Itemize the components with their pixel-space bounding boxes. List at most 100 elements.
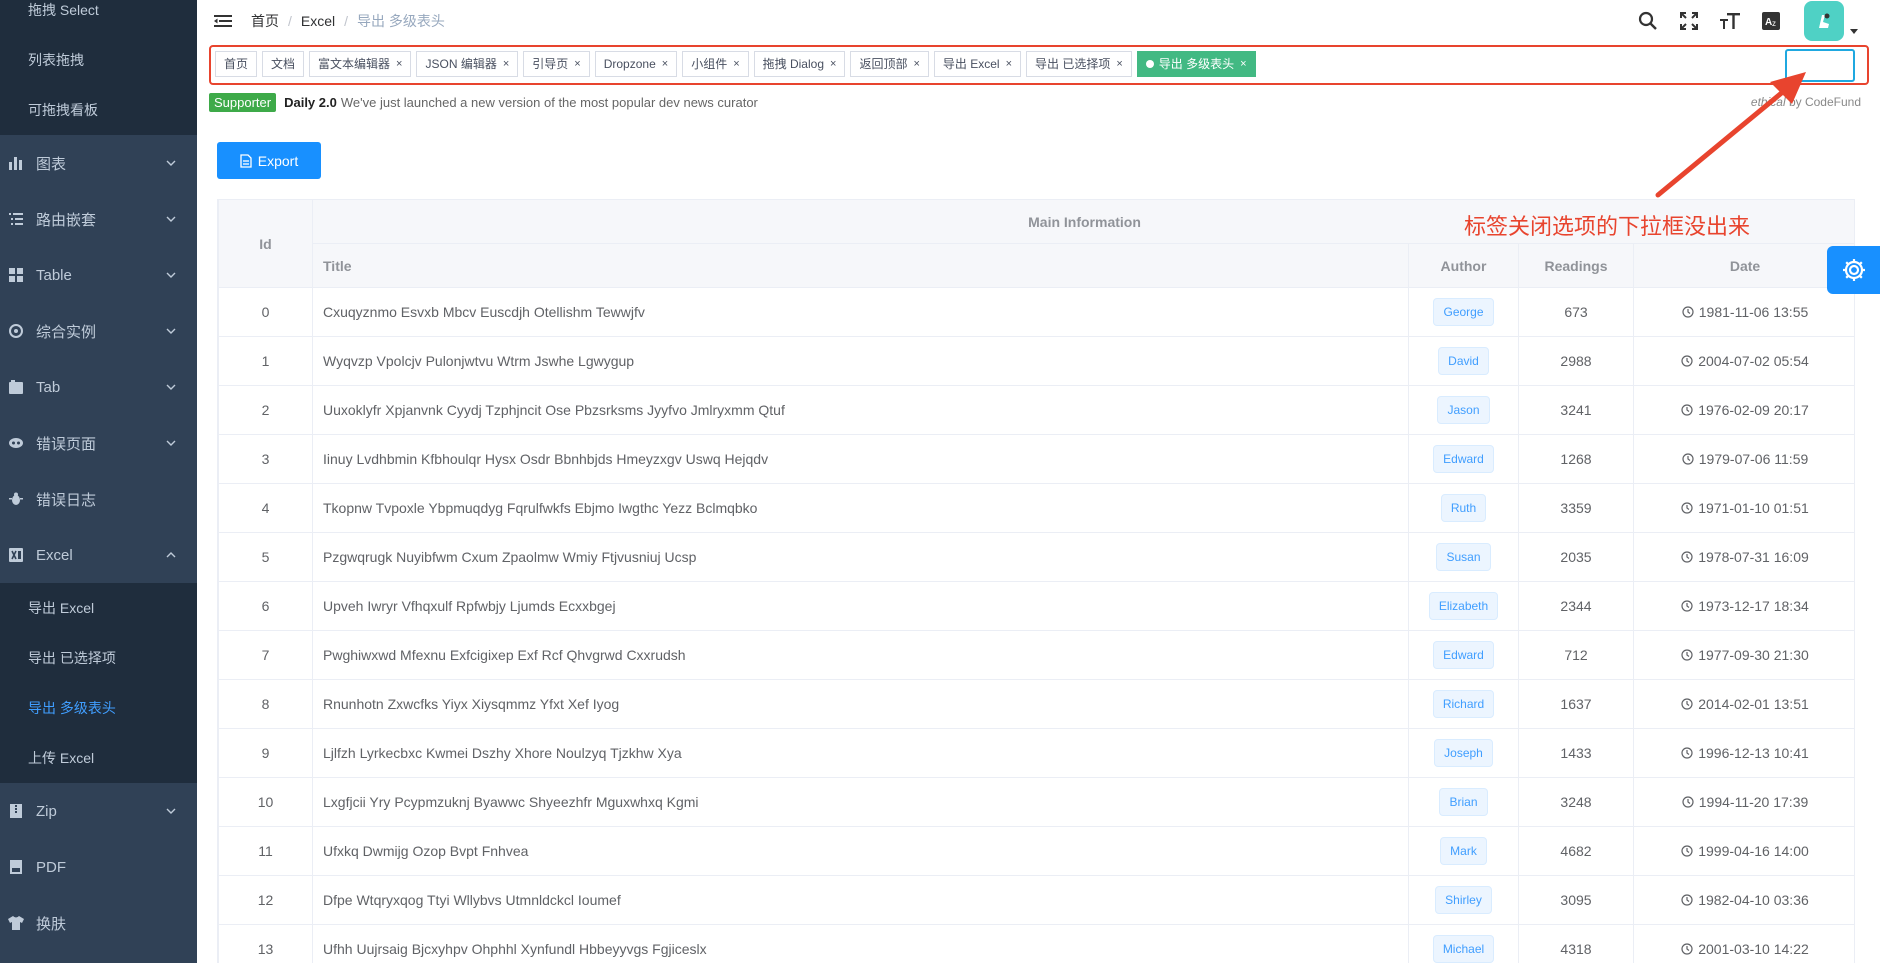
sidebar-subitem[interactable]: 列表拖拽	[0, 35, 197, 85]
clock-icon	[1681, 550, 1693, 563]
close-icon[interactable]: ×	[1240, 52, 1246, 76]
close-icon[interactable]: ×	[1006, 52, 1012, 76]
header-title: Title	[312, 243, 1409, 288]
sidebar-subitem-excel[interactable]: 导出 已选择项	[0, 633, 197, 683]
close-icon[interactable]: ×	[913, 52, 919, 76]
cell-date: 1971-01-10 01:51	[1632, 483, 1854, 533]
sidebar-subitem-excel[interactable]: 导出 多级表头	[0, 683, 197, 733]
cell-title: Pwghiwxwd Mfexnu Exfcigixep Exf Rcf Qhvg…	[312, 630, 1409, 680]
hamburger-icon[interactable]	[213, 11, 233, 31]
sponsor-credit[interactable]: ethical by CodeFund	[1751, 95, 1861, 109]
header-author: Author	[1408, 243, 1519, 288]
breadcrumb-current: 导出 多级表头	[357, 13, 445, 29]
sidebar-item-pdf[interactable]: PDF	[0, 839, 197, 895]
cell-author: Joseph	[1408, 728, 1519, 778]
cell-title: Dfpe Wtqryxqog Ttyi Wllybvs Utmnldckcl I…	[312, 875, 1409, 925]
header-readings: Readings	[1518, 243, 1634, 288]
sidebar-item-shirt[interactable]: 换肤	[0, 895, 197, 951]
sidebar-item-nested[interactable]: 路由嵌套	[0, 191, 197, 247]
settings-button[interactable]	[1827, 246, 1880, 294]
cell-author: George	[1408, 287, 1519, 337]
sidebar-item-label: Excel	[36, 546, 73, 564]
tag-item[interactable]: 文档	[262, 51, 305, 77]
tag-item[interactable]: 小组件 ×	[682, 51, 749, 77]
avatar[interactable]	[1804, 1, 1844, 41]
fullscreen-icon[interactable]	[1678, 10, 1700, 32]
sidebar-subitem[interactable]: 可拖拽看板	[0, 85, 197, 135]
breadcrumb: 首页 / Excel / 导出 多级表头	[251, 11, 445, 31]
tags-view: 首页 文档 富文本编辑器 × JSON 编辑器 × 引导页 × Dropzone × 小组件 × 拖拽 …	[209, 45, 1869, 85]
clock-icon	[1682, 452, 1694, 465]
tab-icon	[8, 379, 24, 395]
tag-item[interactable]: 引导页 ×	[523, 51, 590, 77]
sponsor-banner[interactable]: Supporter Daily 2.0 We've just launched …	[209, 92, 1869, 112]
close-icon[interactable]: ×	[733, 52, 739, 76]
author-tag: Ruth	[1440, 494, 1487, 522]
cell-date: 1979-07-06 11:59	[1632, 434, 1854, 484]
sidebar-item-chart[interactable]: 图表	[0, 135, 197, 191]
sidebar-item-zip[interactable]: Zip	[0, 783, 197, 839]
table-row: 12 Dfpe Wtqryxqog Ttyi Wllybvs Utmnldckcl…	[218, 875, 1854, 925]
close-icon[interactable]: ×	[396, 52, 402, 76]
close-icon[interactable]: ×	[830, 52, 836, 76]
author-tag: Mark	[1440, 837, 1487, 865]
table-icon	[8, 267, 24, 283]
search-icon[interactable]	[1637, 10, 1659, 32]
close-icon[interactable]: ×	[503, 52, 509, 76]
tag-item[interactable]: 导出 已选择项 ×	[1026, 51, 1132, 77]
tag-item[interactable]: 导出 Excel ×	[933, 51, 1022, 77]
cell-id: 8	[218, 679, 313, 729]
sidebar-item-label: 综合实例	[36, 323, 97, 341]
breadcrumb-excel[interactable]: Excel	[301, 13, 335, 29]
sidebar-item-error-page[interactable]: 错误页面	[0, 415, 197, 471]
pdf-icon	[8, 859, 24, 875]
close-icon[interactable]: ×	[1116, 52, 1122, 76]
clock-icon	[1681, 697, 1693, 710]
sidebar-item-label: PDF	[36, 858, 66, 876]
export-button[interactable]: Export	[217, 142, 321, 179]
caret-down-icon[interactable]	[1850, 28, 1858, 34]
navbar: 首页 / Excel / 导出 多级表头 Az	[197, 0, 1880, 42]
chevron-up-icon	[166, 552, 176, 558]
sidebar-item-table[interactable]: Table	[0, 247, 197, 303]
tag-item[interactable]: JSON 编辑器 ×	[416, 51, 519, 77]
cell-id: 5	[218, 532, 313, 582]
table-row: 10 Lxgfjcii Yry Pcypmzuknj Byawwc Shyeezh…	[218, 777, 1854, 827]
cell-author: Elizabeth	[1408, 581, 1519, 631]
sidebar-subitem[interactable]: 拖拽 Select	[0, 0, 197, 35]
cell-id: 2	[218, 385, 313, 435]
sidebar-subitem-excel[interactable]: 上传 Excel	[0, 733, 197, 783]
breadcrumb-home[interactable]: 首页	[251, 11, 279, 31]
cell-readings: 3359	[1518, 483, 1634, 533]
document-icon	[240, 153, 252, 168]
tag-item[interactable]: 拖拽 Dialog ×	[753, 51, 846, 77]
tag-item[interactable]: 返回顶部 ×	[850, 51, 929, 77]
sidebar-subitem-excel[interactable]: 导出 Excel	[0, 583, 197, 633]
cell-date: 1981-11-06 13:55	[1632, 287, 1854, 337]
cell-author: Mark	[1408, 826, 1519, 876]
tag-item[interactable]: 富文本编辑器 ×	[309, 51, 412, 77]
cell-author: Jason	[1408, 385, 1519, 435]
sidebar-item-bug[interactable]: 错误日志	[0, 471, 197, 527]
close-icon[interactable]: ×	[662, 52, 668, 76]
cell-readings: 4682	[1518, 826, 1634, 876]
sidebar-item-example[interactable]: 综合实例	[0, 303, 197, 359]
sidebar-item-label: 路由嵌套	[36, 211, 97, 229]
author-tag: Brian	[1439, 788, 1488, 816]
cell-author: Ruth	[1408, 483, 1519, 533]
font-size-icon[interactable]	[1719, 10, 1741, 32]
tag-item[interactable]: 导出 多级表头 ×	[1136, 51, 1256, 77]
cell-id: 9	[218, 728, 313, 778]
sidebar-item-excel[interactable]: Excel	[0, 527, 197, 583]
chevron-down-icon	[166, 328, 176, 334]
tag-item[interactable]: 首页	[215, 51, 258, 77]
shirt-icon	[8, 915, 24, 931]
sidebar-item-tab[interactable]: Tab	[0, 359, 197, 415]
tag-item[interactable]: Dropzone ×	[594, 51, 678, 77]
cell-title: Rnunhotn Zxwcfks Yiyx Xiysqmmz Yfxt Xef …	[312, 679, 1409, 729]
language-icon[interactable]: Az	[1760, 10, 1782, 32]
cell-readings: 4318	[1518, 924, 1634, 963]
sidebar-item-label: 换肤	[36, 915, 67, 933]
close-icon[interactable]: ×	[574, 52, 580, 76]
supporter-badge: Supporter	[209, 92, 277, 112]
